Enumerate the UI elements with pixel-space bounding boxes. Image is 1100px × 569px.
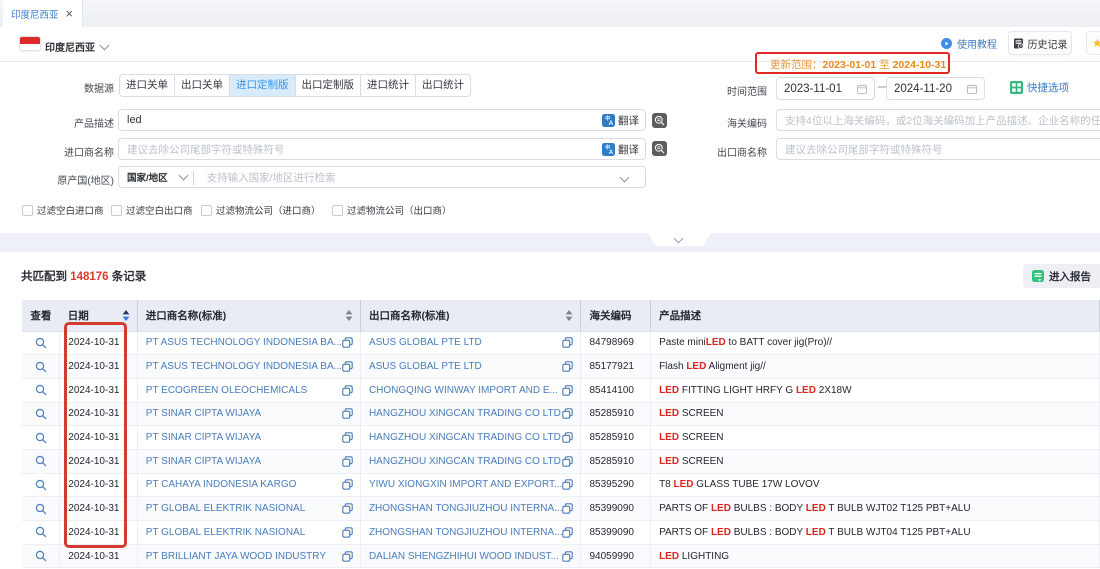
- svg-text:A: A: [609, 150, 614, 156]
- svg-text:A: A: [609, 121, 614, 127]
